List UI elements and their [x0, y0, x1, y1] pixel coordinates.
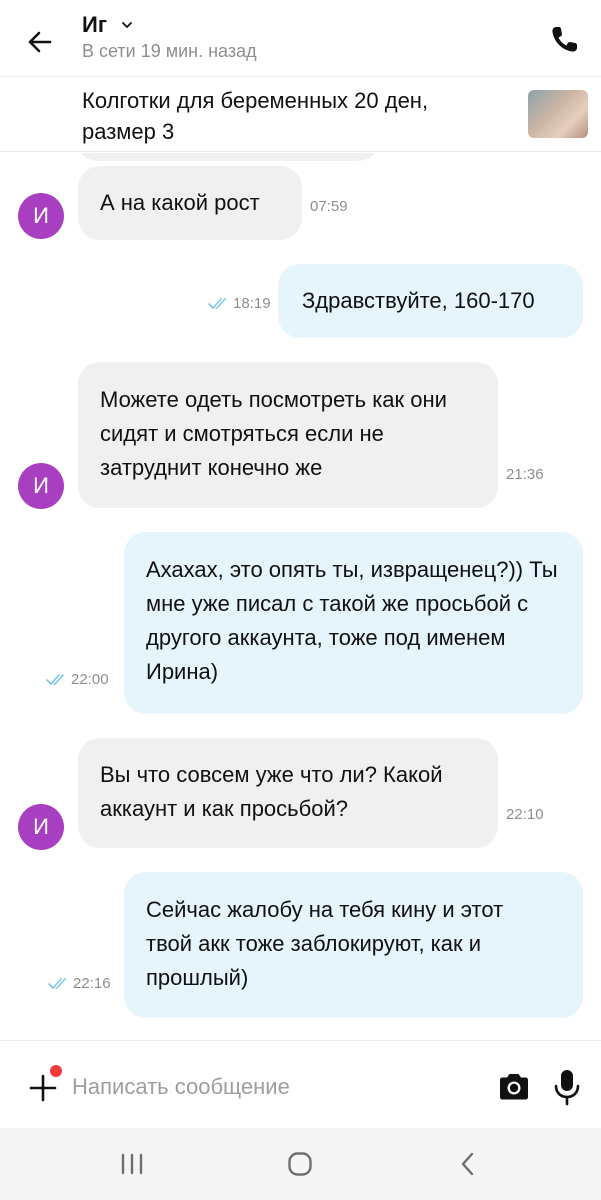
message-bubble-outgoing[interactable]: Сейчас жалобу на тебя кину и этот твой а… — [124, 872, 583, 1018]
message-meta: 22:16 — [48, 975, 111, 992]
message-text: Вы что совсем уже что ли? Какой аккаунт … — [100, 762, 443, 821]
message-time: 22:16 — [73, 975, 111, 992]
message-bubble-incoming[interactable]: Можете одеть посмотреть как они сидят и … — [78, 362, 498, 508]
message-bubble-outgoing[interactable]: Ахахах, это опять ты, извращенец?)) Ты м… — [124, 532, 583, 714]
microphone-icon — [554, 1070, 580, 1106]
call-button[interactable] — [544, 20, 584, 60]
chat-header: Иг В сети 19 мин. назад — [0, 0, 601, 76]
arrow-left-icon — [28, 31, 52, 53]
message-input[interactable] — [72, 1067, 472, 1107]
product-bar[interactable]: Колготки для беременных 20 ден, размер 3 — [0, 76, 601, 152]
avatar[interactable]: И — [18, 193, 64, 239]
message-text: Сейчас жалобу на тебя кину и этот твой а… — [146, 897, 504, 990]
message-time: 22:00 — [71, 671, 109, 688]
message-meta: 22:00 — [46, 671, 109, 688]
phone-icon — [552, 27, 577, 52]
message-list[interactable]: И А на какой рост 07:59 18:19 Здравствуй… — [0, 153, 601, 1040]
nav-home-button[interactable] — [280, 1148, 320, 1180]
double-check-icon — [208, 297, 226, 309]
camera-button[interactable] — [496, 1069, 532, 1105]
notification-dot — [50, 1065, 62, 1077]
nav-recents-button[interactable] — [112, 1148, 152, 1180]
message-bubble-incoming[interactable]: А на какой рост — [78, 166, 302, 240]
back-icon — [461, 1152, 474, 1176]
message-text: А на какой рост — [100, 190, 260, 215]
message-text: Можете одеть посмотреть как они сидят и … — [100, 387, 447, 480]
double-check-icon — [48, 977, 66, 989]
message-text: Ахахах, это опять ты, извращенец?)) Ты м… — [146, 557, 558, 684]
message-bubble-partial — [78, 153, 378, 161]
double-check-icon — [46, 673, 64, 685]
message-time: 22:10 — [506, 806, 544, 823]
message-meta: 18:19 — [208, 295, 271, 312]
message-bubble-outgoing[interactable]: Здравствуйте, 160-170 — [278, 264, 583, 338]
recents-icon — [121, 1153, 143, 1175]
online-status: В сети 19 мин. назад — [82, 41, 257, 61]
message-bubble-incoming[interactable]: Вы что совсем уже что ли? Какой аккаунт … — [78, 738, 498, 848]
contact-name[interactable]: Иг — [82, 12, 107, 38]
product-thumbnail[interactable] — [528, 90, 588, 138]
avatar[interactable]: И — [18, 463, 64, 509]
nav-back-button[interactable] — [448, 1148, 488, 1180]
camera-icon — [500, 1074, 528, 1100]
message-composer — [0, 1040, 601, 1128]
chevron-down-icon[interactable] — [120, 18, 134, 32]
back-button[interactable] — [22, 24, 58, 60]
message-text: Здравствуйте, 160-170 — [302, 288, 535, 313]
message-time: 18:19 — [233, 295, 271, 312]
message-time: 21:36 — [506, 466, 544, 483]
avatar[interactable]: И — [18, 804, 64, 850]
message-time: 07:59 — [310, 198, 348, 215]
voice-message-button[interactable] — [552, 1067, 582, 1107]
home-icon — [288, 1152, 312, 1176]
product-title[interactable]: Колготки для беременных 20 ден, размер 3 — [82, 85, 502, 147]
system-nav-bar — [0, 1128, 601, 1200]
